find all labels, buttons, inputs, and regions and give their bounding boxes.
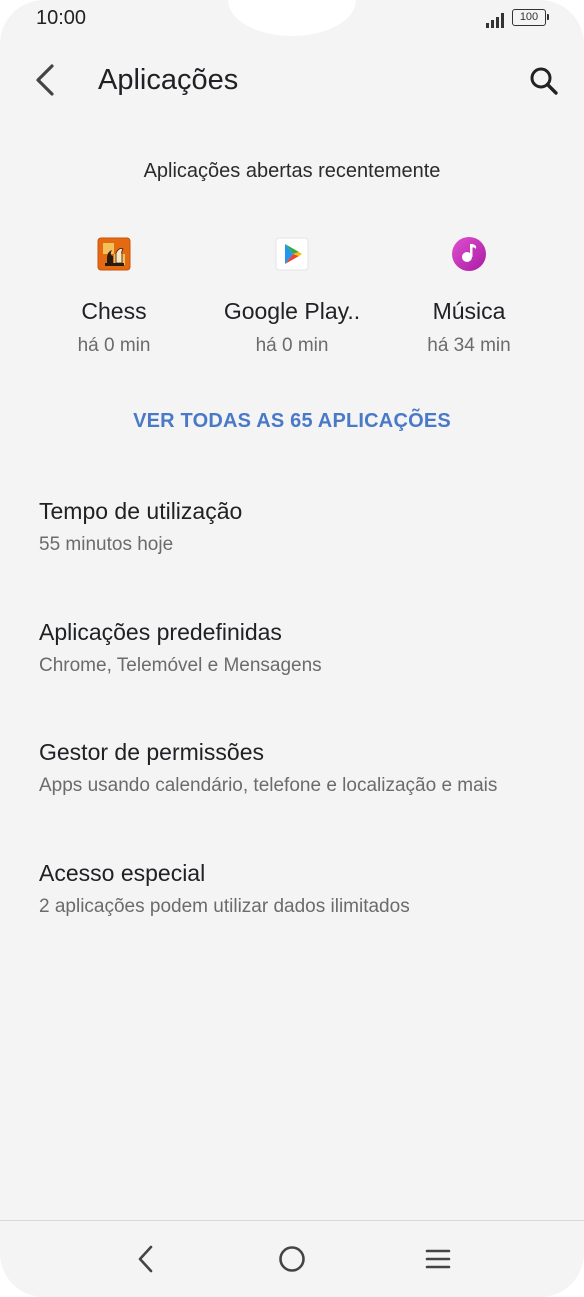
recent-app-chess[interactable]: Chess há 0 min	[25, 232, 203, 357]
back-arrow-icon	[36, 64, 54, 96]
recent-app-name: Chess	[81, 298, 147, 324]
recent-app-time: há 0 min	[77, 335, 151, 356]
screen: 10:00 100 Aplicações Aplicações abertas …	[0, 0, 584, 1297]
search-button[interactable]	[524, 62, 564, 102]
music-app-icon	[452, 237, 486, 271]
nav-back-icon	[138, 1245, 153, 1273]
setting-title: Aplicações predefinidas	[39, 619, 282, 645]
setting-subtitle: 55 minutos hoje	[39, 534, 174, 555]
status-time: 10:00	[36, 7, 87, 29]
signal-icon	[486, 12, 506, 28]
setting-subtitle: Apps usando calendário, telefone e local…	[39, 775, 498, 796]
nav-home-icon	[279, 1246, 305, 1272]
recent-app-musica[interactable]: Música há 34 min	[380, 232, 558, 357]
nav-menu-icon	[425, 1249, 451, 1269]
see-all-apps-button[interactable]: VER TODAS AS 65 APLICAÇÕES	[0, 410, 584, 433]
search-icon	[530, 67, 558, 95]
setting-title: Gestor de permissões	[39, 739, 264, 765]
recent-app-name: Música	[432, 298, 506, 324]
google-play-icon	[275, 237, 309, 271]
navigation-bar	[0, 1221, 584, 1297]
recent-app-time: há 34 min	[427, 335, 511, 356]
recent-app-google-play[interactable]: Google Play.. há 0 min	[203, 232, 381, 357]
setting-default-apps[interactable]: Aplicações predefinidas Chrome, Telemóve…	[0, 601, 584, 701]
page-title: Aplicações	[98, 64, 239, 96]
setting-title: Acesso especial	[39, 860, 206, 886]
setting-subtitle: Chrome, Telemóvel e Mensagens	[39, 655, 322, 676]
recent-app-name: Google Play..	[223, 298, 361, 324]
chess-app-icon	[97, 237, 131, 271]
recent-apps-heading: Aplicações abertas recentemente	[143, 160, 441, 182]
nav-back-button[interactable]	[124, 1237, 168, 1281]
battery-icon: 100	[512, 9, 549, 26]
setting-special-access[interactable]: Acesso especial 2 aplicações podem utili…	[0, 842, 584, 942]
nav-menu-button[interactable]	[416, 1237, 460, 1281]
setting-permission-manager[interactable]: Gestor de permissões Apps usando calendá…	[0, 721, 584, 821]
setting-subtitle: 2 aplicações podem utilizar dados ilimit…	[39, 896, 410, 917]
recent-app-time: há 0 min	[255, 335, 329, 356]
setting-title: Tempo de utilização	[39, 498, 243, 524]
setting-usage-time[interactable]: Tempo de utilização 55 minutos hoje	[0, 480, 584, 580]
recent-apps: Chess há 0 min Google Play.. há 0 min Mú…	[0, 232, 584, 372]
app-bar: Aplicações	[0, 48, 584, 116]
back-button[interactable]	[26, 60, 66, 100]
nav-home-button[interactable]	[270, 1237, 314, 1281]
